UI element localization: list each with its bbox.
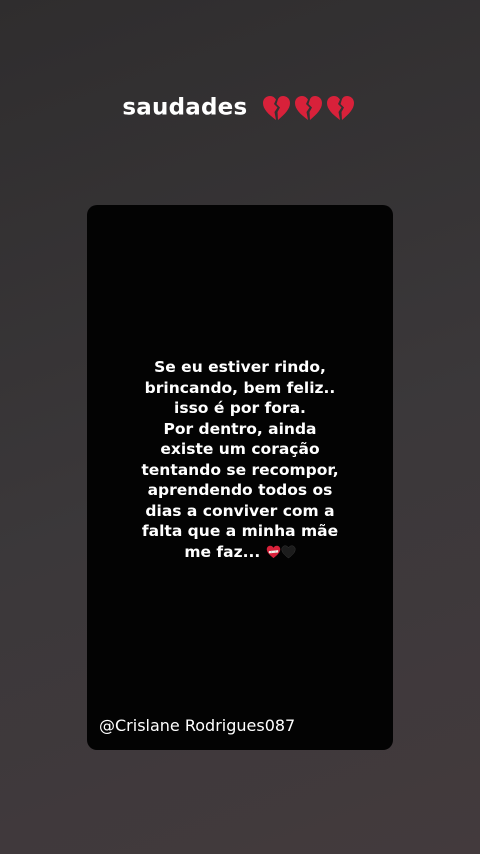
quote-line: tentando se recompor,	[141, 460, 339, 479]
story-title: saudades	[0, 94, 480, 121]
broken-heart-icon	[294, 95, 322, 120]
story-view: saudades Se eu estiver rindo, brincando,…	[0, 0, 480, 854]
broken-heart-icon	[326, 95, 354, 120]
quote-line-last: me faz...	[87, 542, 393, 563]
quote-line: Se eu estiver rindo,	[154, 358, 326, 376]
quote-text: Se eu estiver rindo, brincando, bem feli…	[87, 357, 393, 562]
quote-line: falta que a minha mãe	[141, 522, 339, 540]
quote-line: Por dentro, ainda	[163, 419, 317, 438]
quote-line: aprendendo todos os	[147, 481, 333, 499]
quote-line: isso é por fora.	[174, 399, 306, 417]
broken-heart-icon	[262, 95, 290, 120]
mending-heart-icon	[266, 545, 280, 558]
title-hearts	[262, 94, 358, 121]
title-text: saudades	[122, 94, 248, 121]
quote-line: dias a conviver com a	[145, 501, 335, 520]
quote-card: Se eu estiver rindo, brincando, bem feli…	[87, 205, 393, 750]
quote-line-text: me faz...	[184, 542, 261, 561]
quote-line: existe um coração	[160, 440, 320, 458]
black-heart-icon	[281, 545, 296, 558]
author-handle: @Crislane Rodrigues087	[99, 716, 296, 735]
quote-line: brincando, bem feliz..	[144, 378, 336, 397]
